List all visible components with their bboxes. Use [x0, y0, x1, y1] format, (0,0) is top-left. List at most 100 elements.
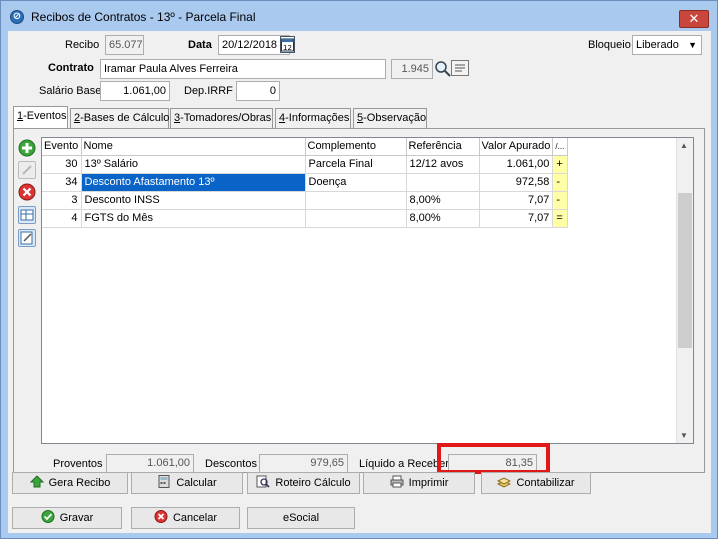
cell-evento: 30 — [42, 155, 82, 174]
recibo-label: Recibo — [65, 39, 100, 51]
tab-tomadores-label: -Tomadores/Obras — [180, 112, 272, 124]
gera-recibo-button[interactable]: Gera Recibo — [12, 472, 128, 494]
eventos-table: Evento Nome Complemento Referência Valor… — [42, 138, 569, 228]
cell-complemento: Parcela Final — [305, 155, 407, 174]
tab-observacao[interactable]: 5-Observação — [353, 108, 427, 128]
tab-bases-label: -Bases de Cálculo — [80, 112, 170, 124]
cell-valor: 7,07 — [479, 191, 554, 210]
imprimir-label: Imprimir — [408, 477, 449, 489]
cell-valor: 1.061,00 — [479, 155, 554, 174]
cell-nome: Desconto Afastamento 13º — [81, 173, 306, 192]
cell-valor: 7,07 — [479, 209, 554, 228]
delete-icon[interactable] — [18, 183, 36, 201]
cancel-icon — [154, 510, 168, 523]
salario-field[interactable]: 1.061,00 — [100, 81, 170, 101]
cell-evento: 34 — [42, 173, 82, 192]
tab-tomadores[interactable]: 3-Tomadores/Obras — [170, 108, 273, 128]
close-button[interactable]: ✕ — [679, 10, 709, 28]
col-nome[interactable]: Nome — [81, 138, 306, 156]
col-evento[interactable]: Evento — [42, 138, 82, 156]
tab-eventos[interactable]: 1-Eventos — [13, 106, 68, 128]
descontos-label: Descontos — [205, 458, 257, 470]
cell-sinal: = — [552, 209, 569, 228]
chevron-down-icon: ▼ — [688, 40, 697, 50]
bloqueio-select[interactable]: Liberado ▼ — [632, 35, 702, 55]
bloqueio-label: Bloqueio — [588, 39, 631, 51]
cell-nome: 13º Salário — [81, 155, 306, 174]
dep-irrf-label: Dep.IRRF — [184, 85, 233, 97]
cell-referencia: 8,00% — [406, 191, 480, 210]
table-row[interactable]: 34 Desconto Afastamento 13º Doença 972,5… — [42, 173, 569, 192]
cell-sinal: + — [552, 155, 569, 174]
contrato-code-field: 1.945 — [391, 59, 433, 79]
cell-referencia: 12/12 avos — [406, 155, 480, 174]
tab-bases[interactable]: 2-Bases de Cálculo — [70, 108, 169, 128]
contrato-field[interactable]: Iramar Paula Alves Ferreira — [100, 59, 386, 79]
col-valor[interactable]: Valor Apurado — [479, 138, 554, 156]
eventos-grid[interactable]: Evento Nome Complemento Referência Valor… — [41, 137, 694, 444]
add-icon[interactable] — [18, 139, 36, 157]
check-icon — [41, 510, 55, 523]
cell-evento: 4 — [42, 209, 82, 228]
recibos-window: ⊘ Recibos de Contratos - 13º - Parcela F… — [0, 0, 718, 539]
recibo-field: 65.077 — [105, 35, 144, 55]
svg-text:12: 12 — [283, 44, 292, 52]
data-label: Data — [188, 39, 212, 51]
calcular-button[interactable]: Calcular — [131, 472, 243, 494]
table-row[interactable]: 30 13º Salário Parcela Final 12/12 avos … — [42, 155, 569, 174]
cell-sinal: - — [552, 173, 569, 192]
tab-eventos-label: -Eventos — [23, 110, 67, 122]
cell-referencia: 8,00% — [406, 209, 480, 228]
cell-nome: Desconto INSS — [81, 191, 306, 210]
scroll-up-icon[interactable]: ▲ — [680, 141, 688, 150]
gera-recibo-label: Gera Recibo — [48, 477, 111, 489]
table-icon[interactable] — [18, 206, 36, 224]
grid-header-row: Evento Nome Complemento Referência Valor… — [42, 138, 569, 156]
col-sinal[interactable]: /... — [552, 138, 569, 156]
tab-observacao-label: -Observação — [363, 112, 427, 124]
cancelar-button[interactable]: Cancelar — [131, 507, 240, 529]
form-body: Recibo 65.077 Data 20/12/2018 12 Bloquei… — [8, 31, 711, 533]
card-icon[interactable] — [451, 60, 469, 76]
note-icon[interactable] — [18, 229, 36, 247]
window-title: Recibos de Contratos - 13º - Parcela Fin… — [31, 10, 256, 24]
esocial-button[interactable]: eSocial — [247, 507, 355, 529]
search-icon[interactable] — [434, 60, 452, 78]
cancelar-label: Cancelar — [172, 512, 218, 524]
ledger-icon — [497, 477, 512, 488]
cell-complemento: Doença — [305, 173, 407, 192]
roteiro-calculo-button[interactable]: Roteiro Cálculo — [247, 472, 360, 494]
col-complemento[interactable]: Complemento — [305, 138, 407, 156]
table-row[interactable]: 4 FGTS do Mês 8,00% 7,07 = — [42, 209, 569, 228]
search-doc-icon — [256, 475, 270, 488]
tab-informacoes-label: -Informações — [285, 112, 350, 124]
contabilizar-button[interactable]: Contabilizar — [481, 472, 591, 494]
contabilizar-label: Contabilizar — [516, 477, 575, 489]
calendar-icon[interactable]: 12 — [280, 36, 295, 53]
dep-irrf-field[interactable]: 0 — [236, 81, 280, 101]
proventos-field: 1.061,00 — [106, 454, 194, 473]
edit-icon[interactable] — [18, 161, 36, 179]
printer-icon — [390, 475, 404, 488]
scroll-down-icon[interactable]: ▼ — [680, 431, 688, 440]
col-referencia[interactable]: Referência — [406, 138, 480, 156]
gravar-button[interactable]: Gravar — [12, 507, 122, 529]
imprimir-button[interactable]: Imprimir — [363, 472, 475, 494]
salario-label: Salário Base — [39, 85, 102, 97]
vertical-scrollbar[interactable]: ▲ ▼ — [676, 138, 693, 443]
eventos-panel: Evento Nome Complemento Referência Valor… — [13, 128, 705, 473]
cell-complemento — [305, 191, 407, 210]
tab-informacoes[interactable]: 4-Informações — [275, 108, 351, 128]
scroll-thumb[interactable] — [678, 193, 692, 348]
calculator-icon — [158, 475, 170, 488]
calcular-label: Calcular — [176, 477, 217, 489]
proventos-label: Proventos — [53, 458, 103, 470]
cell-nome: FGTS do Mês — [81, 209, 306, 228]
highlight-box — [437, 443, 550, 474]
app-icon: ⊘ — [10, 10, 24, 24]
table-row[interactable]: 3 Desconto INSS 8,00% 7,07 - — [42, 191, 569, 210]
cell-evento: 3 — [42, 191, 82, 210]
bloqueio-value: Liberado — [636, 39, 679, 51]
title-bar[interactable]: ⊘ Recibos de Contratos - 13º - Parcela F… — [1, 1, 717, 31]
liquido-label: Líquido a Receber — [359, 458, 449, 470]
